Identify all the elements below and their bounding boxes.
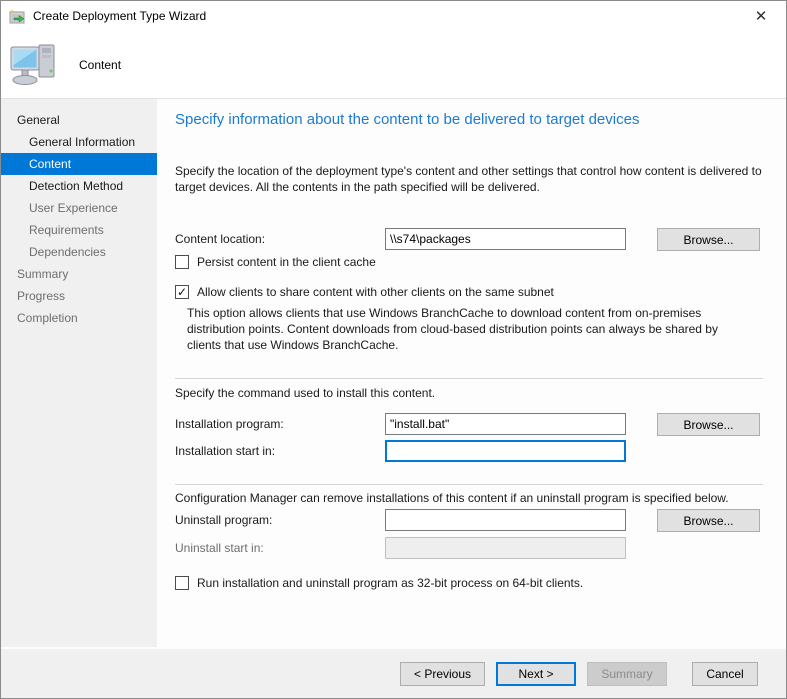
- page-title: Content: [79, 58, 121, 72]
- title-bar: Create Deployment Type Wizard ✕: [1, 1, 786, 31]
- wizard-app-icon: [9, 9, 26, 24]
- installation-program-browse-button[interactable]: Browse...: [657, 413, 760, 436]
- installation-program-input[interactable]: [385, 413, 626, 435]
- content-location-browse-button[interactable]: Browse...: [657, 228, 760, 251]
- uninstall-program-input[interactable]: [385, 509, 626, 531]
- summary-button: Summary: [587, 662, 667, 686]
- next-button[interactable]: Next >: [496, 662, 576, 686]
- section-divider: [175, 378, 763, 380]
- wizard-page-header: Content: [1, 31, 786, 99]
- installation-start-in-input[interactable]: [385, 440, 626, 462]
- sidebar-item-completion[interactable]: Completion: [1, 307, 157, 329]
- branchcache-note: This option allows clients that use Wind…: [187, 305, 755, 354]
- sidebar-item-detection-method[interactable]: Detection Method: [1, 175, 157, 197]
- uninstall-caption: Configuration Manager can remove install…: [175, 491, 729, 505]
- sidebar-item-general-information[interactable]: General Information: [1, 131, 157, 153]
- wizard-steps-sidebar: General General Information Content Dete…: [1, 99, 159, 647]
- installation-start-in-label: Installation start in:: [175, 444, 385, 458]
- run-32bit-label: Run installation and uninstall program a…: [197, 576, 583, 590]
- computer-icon: [9, 39, 61, 91]
- wizard-footer: < Previous Next > Summary Cancel: [1, 647, 786, 698]
- wizard-page-content: Specify information about the content to…: [159, 99, 786, 647]
- uninstall-start-in-label: Uninstall start in:: [175, 541, 385, 555]
- persist-content-checkbox[interactable]: [175, 255, 189, 269]
- share-content-label: Allow clients to share content with othe…: [197, 285, 554, 299]
- window-title: Create Deployment Type Wizard: [33, 9, 206, 23]
- sidebar-item-content[interactable]: Content: [1, 153, 157, 175]
- intro-text: Specify the location of the deployment t…: [175, 163, 767, 195]
- run-32bit-checkbox[interactable]: [175, 576, 189, 590]
- section-divider: [175, 484, 763, 486]
- sidebar-item-requirements[interactable]: Requirements: [1, 219, 157, 241]
- share-content-checkbox[interactable]: ✓: [175, 285, 189, 299]
- wizard-window: Create Deployment Type Wizard ✕ Content …: [0, 0, 787, 699]
- previous-button[interactable]: < Previous: [400, 662, 485, 686]
- content-location-input[interactable]: [385, 228, 626, 250]
- footer-sidebar-spacer: [1, 649, 159, 698]
- sidebar-item-progress[interactable]: Progress: [1, 285, 157, 307]
- close-icon[interactable]: ✕: [744, 3, 778, 29]
- sidebar-item-general[interactable]: General: [1, 109, 157, 131]
- uninstall-program-label: Uninstall program:: [175, 513, 385, 527]
- sidebar-item-summary[interactable]: Summary: [1, 263, 157, 285]
- persist-content-label: Persist content in the client cache: [197, 255, 376, 269]
- installation-program-label: Installation program:: [175, 417, 385, 431]
- sidebar-item-user-experience[interactable]: User Experience: [1, 197, 157, 219]
- cancel-button[interactable]: Cancel: [692, 662, 758, 686]
- uninstall-program-browse-button[interactable]: Browse...: [657, 509, 760, 532]
- content-location-label: Content location:: [175, 232, 385, 246]
- uninstall-start-in-input: [385, 537, 626, 559]
- sidebar-item-dependencies[interactable]: Dependencies: [1, 241, 157, 263]
- install-command-caption: Specify the command used to install this…: [175, 386, 435, 400]
- page-heading: Specify information about the content to…: [175, 111, 639, 128]
